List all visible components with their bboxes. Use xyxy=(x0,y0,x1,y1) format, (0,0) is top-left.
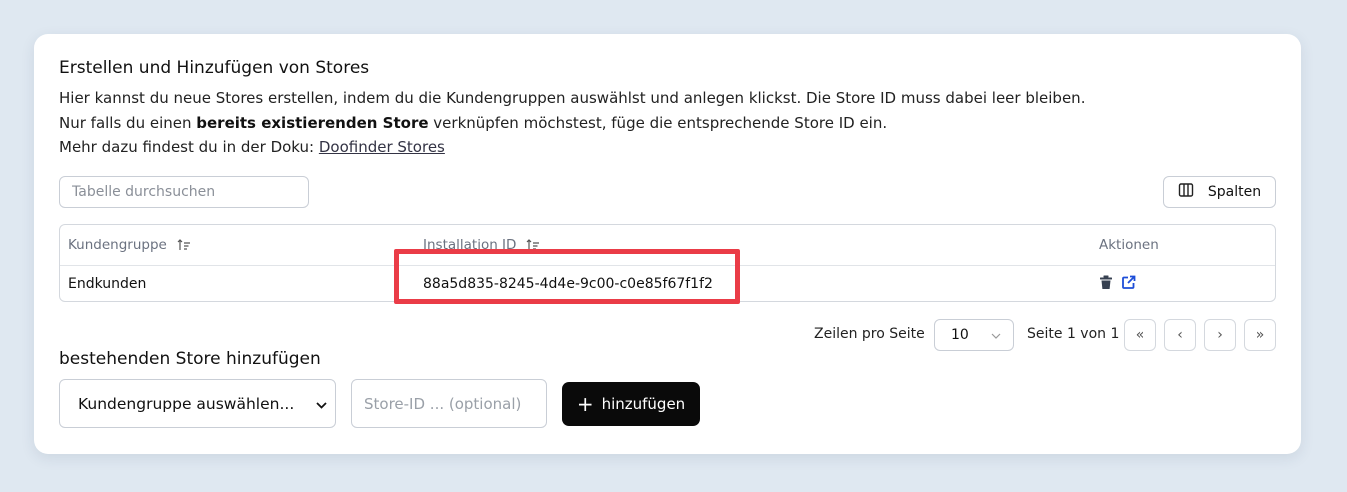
table-search-input[interactable] xyxy=(59,176,309,208)
columns-button[interactable]: Spalten xyxy=(1163,176,1276,208)
rows-per-page-select[interactable]: 10 xyxy=(934,319,1014,351)
description-line-3: Mehr dazu findest du in der Doku: Doofin… xyxy=(59,138,445,156)
add-store-label: hinzufügen xyxy=(601,395,686,413)
sort-icon xyxy=(177,238,191,252)
header-label: Kundengruppe xyxy=(68,237,167,253)
last-page-button[interactable]: » xyxy=(1244,319,1276,351)
cell-kundengruppe: Endkunden xyxy=(68,276,147,292)
rows-per-page-label: Zeilen pro Seite xyxy=(814,326,925,342)
stores-card: Erstellen und Hinzufügen von Stores Hier… xyxy=(34,34,1301,454)
customer-group-select[interactable]: Kundengruppe auswählen... xyxy=(59,379,336,428)
first-page-button[interactable]: « xyxy=(1124,319,1156,351)
chevron-down-icon xyxy=(991,327,1001,343)
description-bold: bereits existierenden Store xyxy=(196,114,429,132)
description-text: Mehr dazu findest du in der Doku: xyxy=(59,138,319,156)
highlight-box xyxy=(394,249,740,304)
description-line-2: Nur falls du einen bereits existierenden… xyxy=(59,114,887,132)
customer-group-select-value: Kundengruppe auswählen... xyxy=(78,394,295,413)
description-text: verknüpfen möchstest, füge die entsprech… xyxy=(428,114,888,132)
external-link-icon[interactable] xyxy=(1121,275,1136,294)
next-page-button[interactable]: › xyxy=(1204,319,1236,351)
trash-icon[interactable] xyxy=(1099,275,1113,294)
add-store-button[interactable]: + hinzufügen xyxy=(562,382,700,426)
description-text: Nur falls du einen xyxy=(59,114,197,132)
description-line-1: Hier kannst du neue Stores erstellen, in… xyxy=(59,89,1086,107)
rows-per-page-value: 10 xyxy=(951,327,969,343)
columns-icon xyxy=(1178,182,1194,202)
cell-actions xyxy=(1099,266,1136,301)
header-label: Aktionen xyxy=(1099,237,1159,253)
chevron-down-icon xyxy=(316,395,327,413)
add-store-title: bestehenden Store hinzufügen xyxy=(59,349,321,369)
columns-label: Spalten xyxy=(1207,184,1262,200)
header-kundengruppe[interactable]: Kundengruppe xyxy=(68,225,191,265)
doofinder-stores-link[interactable]: Doofinder Stores xyxy=(319,138,445,156)
page-indicator: Seite 1 von 1 xyxy=(1027,326,1120,342)
section-title: Erstellen und Hinzufügen von Stores xyxy=(59,58,370,78)
plus-icon: + xyxy=(576,392,594,416)
store-id-input[interactable] xyxy=(351,379,547,428)
header-aktionen: Aktionen xyxy=(1099,225,1159,265)
prev-page-button[interactable]: ‹ xyxy=(1164,319,1196,351)
